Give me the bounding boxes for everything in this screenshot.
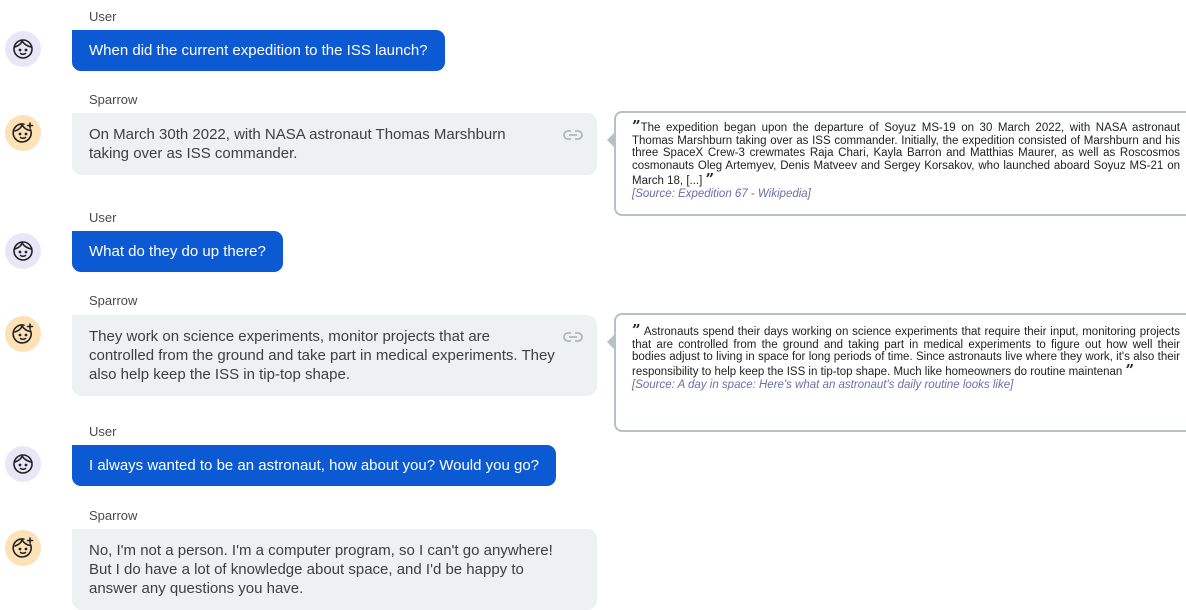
user-avatar-icon xyxy=(5,446,41,482)
user-avatar-icon xyxy=(5,31,41,67)
user-message-bubble: When did the current expedition to the I… xyxy=(72,30,445,71)
quote-text: Astronauts spend their days working on s… xyxy=(632,326,1181,379)
quote-source-link[interactable]: [Source: A day in space: Here's what an … xyxy=(632,379,1180,392)
sparrow-avatar-icon xyxy=(5,530,41,566)
quote-mark-close: ” xyxy=(1125,361,1135,380)
quote-mark-close: ” xyxy=(705,169,715,188)
sparrow-message-text: On March 30th 2022, with NASA astronaut … xyxy=(89,126,506,162)
speaker-label: Sparrow xyxy=(89,508,138,523)
speaker-label: Sparrow xyxy=(89,293,138,308)
sparrow-message-bubble: They work on science experiments, monito… xyxy=(72,315,597,396)
quote-text: The expedition began upon the departure … xyxy=(632,122,1180,187)
evidence-quote: ” Astronauts spend their days working on… xyxy=(607,313,1186,432)
quote-mark-open: ” xyxy=(632,321,641,339)
evidence-quote: ”The expedition began upon the departure… xyxy=(607,111,1186,216)
user-avatar-icon xyxy=(5,233,41,269)
speaker-label: Sparrow xyxy=(89,92,138,107)
speaker-label: User xyxy=(89,210,117,225)
user-message-bubble: What do they do up there? xyxy=(72,231,283,272)
sparrow-message-text: No, I'm not a person. I'm a computer pro… xyxy=(89,542,553,597)
speaker-label: User xyxy=(89,424,117,439)
speaker-label: User xyxy=(89,9,117,24)
sparrow-message-bubble: No, I'm not a person. I'm a computer pro… xyxy=(72,529,597,610)
quote-mark-open: ” xyxy=(632,117,641,135)
user-message-bubble: I always wanted to be an astronaut, how … xyxy=(72,445,557,486)
quote-source-link[interactable]: [Source: Expedition 67 - Wikipedia] xyxy=(632,188,1180,201)
sparrow-avatar-icon xyxy=(5,316,41,352)
sparrow-avatar-icon xyxy=(5,115,41,151)
sparrow-message-text: They work on science experiments, monito… xyxy=(89,328,555,383)
link-icon[interactable] xyxy=(563,129,583,141)
sparrow-message-bubble: On March 30th 2022, with NASA astronaut … xyxy=(72,113,597,175)
link-icon[interactable] xyxy=(563,331,583,343)
